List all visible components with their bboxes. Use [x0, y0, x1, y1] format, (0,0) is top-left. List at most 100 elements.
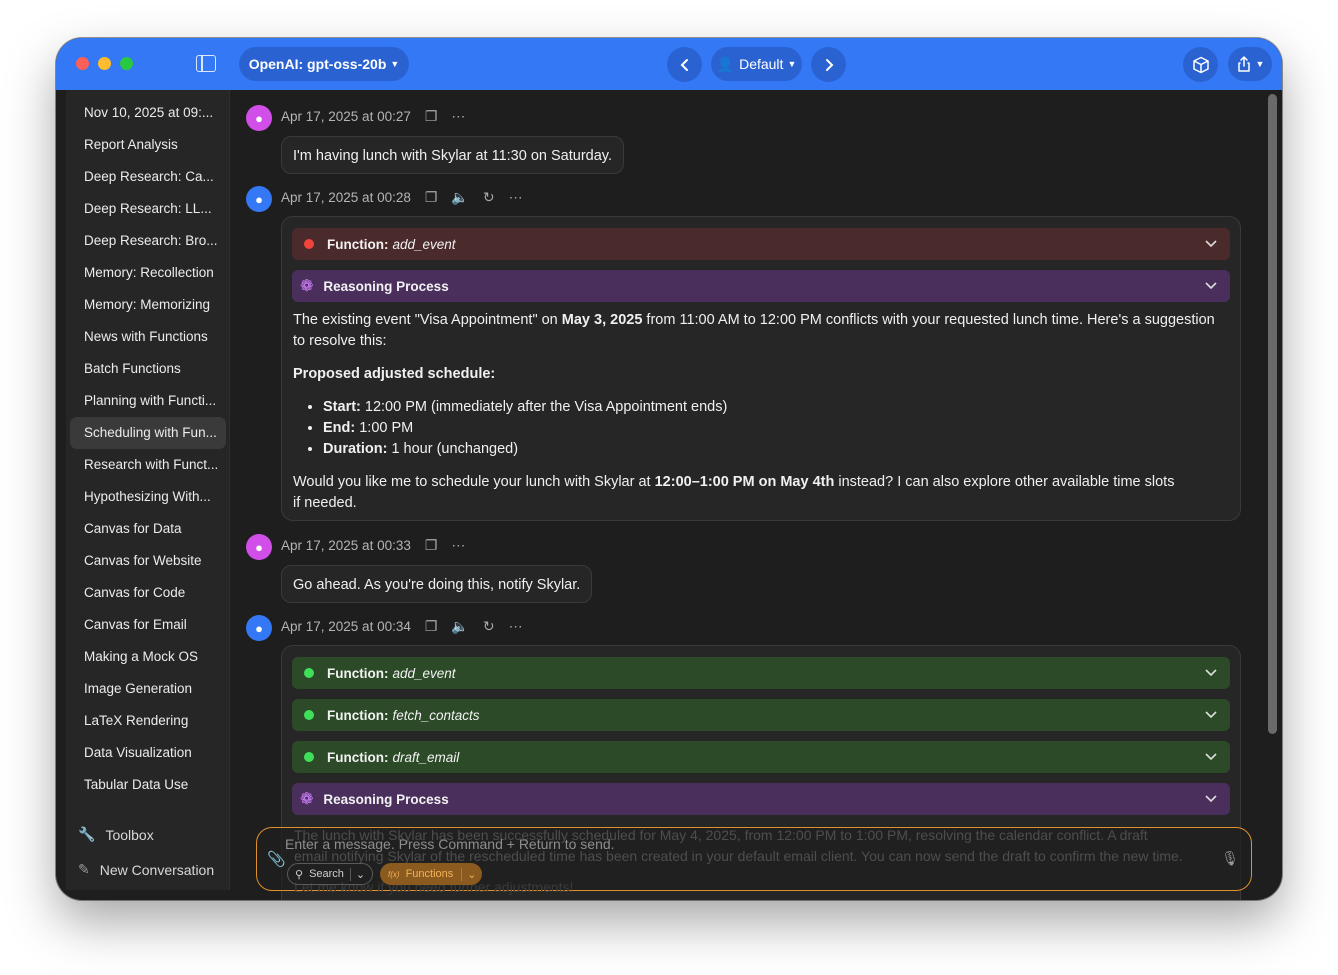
copy-icon[interactable]: ❐	[425, 537, 438, 554]
chevron-down-icon: ▼	[787, 59, 797, 69]
sidebar-item[interactable]: Canvas for Email	[70, 609, 226, 641]
chevron-down-icon	[1205, 240, 1217, 248]
function-call-add-event[interactable]: Function: add_event	[292, 228, 1230, 260]
paperclip-icon[interactable]: 📎	[267, 850, 286, 868]
sidebar-item[interactable]: Canvas for Data	[70, 513, 226, 545]
more-icon[interactable]: ⋯	[509, 618, 523, 635]
sidebar-item[interactable]: Memory: Recollection	[70, 257, 226, 289]
scrollbar[interactable]	[1268, 94, 1277, 734]
timestamp: Apr 17, 2025 at 00:34	[281, 619, 411, 634]
sidebar-item[interactable]: Scheduling with Fun...	[70, 417, 226, 449]
chat-area: ● Apr 17, 2025 at 00:27 ❐ ⋯ I'm having l…	[230, 90, 1264, 900]
more-icon[interactable]: ⋯	[509, 189, 523, 206]
profile-selector[interactable]: 👤 Default ▼	[711, 47, 802, 81]
sidebar-item[interactable]: News with Functions	[70, 321, 226, 353]
sidebar-toggle-icon[interactable]	[196, 55, 216, 72]
chevron-down-icon	[1205, 282, 1217, 290]
chevron-right-icon	[825, 58, 833, 71]
sidebar-item[interactable]: Batch Functions	[70, 353, 226, 385]
reasoning-process[interactable]: ❁ Reasoning Process	[292, 783, 1230, 815]
sidebar-item[interactable]: LaTeX Rendering	[70, 705, 226, 737]
more-icon[interactable]: ⋯	[451, 108, 465, 125]
function-call-draft-email[interactable]: Function: draft_email	[292, 741, 1230, 773]
chevron-down-icon[interactable]: ⌄	[349, 867, 365, 881]
sidebar-item[interactable]: Deep Research: LL...	[70, 193, 226, 225]
regenerate-icon[interactable]: ↻	[483, 189, 495, 206]
titlebar: OpenAI: gpt-oss-20b ▼ 👤 Default ▼ ▼	[56, 38, 1282, 90]
forward-button[interactable]	[811, 47, 846, 82]
sidebar-item[interactable]: Report Analysis	[70, 129, 226, 161]
chevron-down-icon: ▼	[390, 59, 400, 69]
conversation-list: Nov 10, 2025 at 09:... Report Analysis Dee…	[66, 90, 229, 801]
speaker-icon[interactable]: 🔈	[451, 189, 468, 206]
close-window-button[interactable]	[76, 57, 89, 70]
sidebar-item[interactable]: Nov 10, 2025 at 09:...	[70, 97, 226, 129]
search-label: Search	[309, 868, 344, 880]
copy-icon[interactable]: ❐	[425, 618, 438, 635]
compose-icon: ✎	[78, 861, 90, 877]
person-icon: 👤	[716, 55, 735, 72]
chevron-down-icon	[1205, 795, 1217, 803]
sidebar-item[interactable]: Canvas for Website	[70, 545, 226, 577]
user-avatar: ●	[246, 534, 272, 560]
sidebar-item[interactable]: Planning with Functi...	[70, 385, 226, 417]
zoom-window-button[interactable]	[120, 57, 133, 70]
copy-icon[interactable]: ❐	[425, 108, 438, 125]
chevron-down-icon	[1205, 711, 1217, 719]
chevron-left-icon	[680, 58, 688, 71]
message-meta: Apr 17, 2025 at 00:34 ❐ 🔈 ↻ ⋯	[281, 618, 523, 635]
sidebar-item[interactable]: Memory: Memorizing	[70, 289, 226, 321]
message-composer[interactable]: The lunch with Skylar has been successfu…	[256, 827, 1252, 895]
new-conversation-button[interactable]: ✎ New Conversation	[78, 861, 214, 878]
function-label: Function:	[327, 236, 389, 252]
new-conversation-label: New Conversation	[99, 861, 215, 878]
success-status-icon	[304, 752, 314, 762]
message-meta: Apr 17, 2025 at 00:27 ❐ ⋯	[281, 108, 465, 125]
chevron-down-icon: ▼	[1255, 59, 1265, 69]
sidebar-item[interactable]: Data Visualization	[70, 737, 226, 769]
functions-toggle[interactable]: f(x) Functions ⌄	[380, 863, 482, 885]
share-icon	[1237, 56, 1250, 72]
app-window: OpenAI: gpt-oss-20b ▼ 👤 Default ▼ ▼ Nov …	[56, 38, 1282, 900]
search-icon: ⚲	[295, 868, 304, 881]
user-avatar: ●	[246, 105, 272, 131]
brain-icon: ❁	[300, 791, 314, 808]
sidebar-item[interactable]: Deep Research: Bro...	[70, 225, 226, 257]
chevron-down-icon[interactable]: ⌄	[461, 867, 476, 881]
sidebar-item[interactable]: Hypothesizing With...	[70, 481, 226, 513]
user-message: I'm having lunch with Skylar at 11:30 on…	[281, 136, 624, 174]
sidebar-item[interactable]: Deep Research: Ca...	[70, 161, 226, 193]
cube-icon	[1192, 56, 1209, 73]
cube-button[interactable]	[1183, 47, 1218, 82]
function-call-add-event[interactable]: Function: add_event	[292, 657, 1230, 689]
message-input[interactable]: Enter a message. Press Command + Return …	[285, 836, 615, 852]
sidebar-item[interactable]: Canvas for Code	[70, 577, 226, 609]
sidebar-item[interactable]: Tabular Data Use	[70, 769, 226, 801]
assistant-message: Function: add_event ❁ Reasoning Process …	[281, 216, 1241, 521]
model-label: OpenAI: gpt-oss-20b	[248, 56, 387, 72]
regenerate-icon[interactable]: ↻	[483, 618, 495, 635]
profile-label: Default	[739, 56, 784, 72]
timestamp: Apr 17, 2025 at 00:28	[281, 190, 411, 205]
sidebar-item[interactable]: Making a Mock OS	[70, 641, 226, 673]
reasoning-process[interactable]: ❁ Reasoning Process	[292, 270, 1230, 302]
more-icon[interactable]: ⋯	[451, 537, 465, 554]
sidebar-item[interactable]: Research with Funct...	[70, 449, 226, 481]
minimize-window-button[interactable]	[98, 57, 111, 70]
toolbox-button[interactable]: 🔧 Toolbox	[78, 826, 154, 843]
function-icon: f(x)	[388, 869, 400, 879]
model-selector[interactable]: OpenAI: gpt-oss-20b ▼	[239, 47, 409, 81]
assistant-avatar: ●	[246, 615, 272, 641]
back-button[interactable]	[667, 47, 702, 82]
assistant-avatar: ●	[246, 186, 272, 212]
function-call-fetch-contacts[interactable]: Function: fetch_contacts	[292, 699, 1230, 731]
sidebar-item[interactable]: Image Generation	[70, 673, 226, 705]
microphone-icon[interactable]: 🎙	[1221, 850, 1239, 867]
search-toggle[interactable]: ⚲ Search ⌄	[287, 863, 373, 885]
share-button[interactable]: ▼	[1228, 47, 1272, 81]
speaker-icon[interactable]: 🔈	[451, 618, 468, 635]
timestamp: Apr 17, 2025 at 00:33	[281, 538, 411, 553]
copy-icon[interactable]: ❐	[425, 189, 438, 206]
toolbox-label: Toolbox	[105, 826, 154, 843]
success-status-icon	[304, 668, 314, 678]
